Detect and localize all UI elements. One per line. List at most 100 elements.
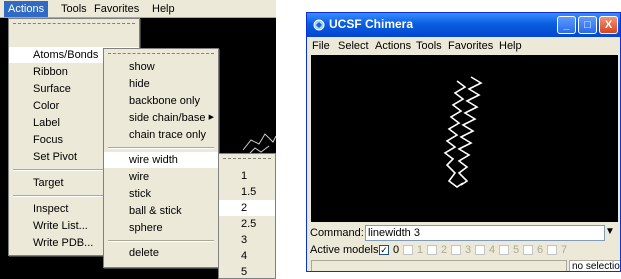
submenu-arrow-icon: ▶ <box>208 114 214 121</box>
menu-item-label: Label <box>33 117 60 129</box>
menu-item-width-2[interactable]: 2 <box>219 200 275 216</box>
menu-item-label: 4 <box>241 250 248 262</box>
close-button[interactable]: X <box>599 16 618 34</box>
chimera-window: UCSF Chimera _ □ X File Select Actions T… <box>306 12 621 272</box>
model-number: 1 <box>417 244 424 256</box>
menu-item-label: Surface <box>33 83 71 95</box>
menu-help[interactable]: Help <box>148 1 179 17</box>
command-row: Command: ▼ <box>307 225 620 243</box>
menu-item-label: 2.5 <box>241 218 257 230</box>
checkbox-box <box>475 245 485 255</box>
menu-item-width-3[interactable]: 3 <box>219 232 275 248</box>
menu-item-show[interactable]: show <box>104 59 218 75</box>
menu-item-label: backbone only <box>129 95 200 107</box>
menu-help[interactable]: Help <box>499 40 522 52</box>
model-number: 7 <box>561 244 568 256</box>
menu-select[interactable]: Select <box>338 40 369 52</box>
menu-item-label: chain trace only <box>129 129 207 141</box>
checkbox-box <box>523 245 533 255</box>
active-models-label: Active models: <box>310 244 382 256</box>
menu-item-wire[interactable]: wire <box>104 169 218 185</box>
menu-item-label: Color <box>33 100 60 112</box>
chimera-app-icon <box>313 19 325 31</box>
menu-item-width-2-5[interactable]: 2.5 <box>219 216 275 232</box>
menu-item-label: 2 <box>241 202 248 214</box>
menu-item-label: 5 <box>241 266 248 278</box>
menu-tools[interactable]: Tools <box>57 1 91 17</box>
menu-item-sphere[interactable]: sphere <box>104 220 218 236</box>
checkbox-box <box>427 245 437 255</box>
menu-item-label: delete <box>129 247 159 259</box>
model-number: 2 <box>441 244 448 256</box>
menu-item-hide[interactable]: hide <box>104 76 218 92</box>
tearoff-line[interactable] <box>223 158 271 159</box>
menu-actions[interactable]: Actions <box>375 40 411 52</box>
checkbox-box <box>547 245 557 255</box>
title-bar[interactable]: UCSF Chimera _ □ X <box>307 13 620 37</box>
menu-separator <box>108 147 214 149</box>
menu-favorites[interactable]: Favorites <box>90 1 143 17</box>
menu-item-label: wire width <box>129 154 178 166</box>
menu-item-stick[interactable]: stick <box>104 186 218 202</box>
menu-item-label: wire <box>129 171 150 183</box>
menu-item-width-4[interactable]: 4 <box>219 248 275 264</box>
tearoff-line[interactable] <box>108 53 214 54</box>
menu-demo-panel: Actions Tools Favorites Help Atoms/Bonds… <box>0 0 276 279</box>
menu-file[interactable]: File <box>312 40 330 52</box>
command-input[interactable] <box>365 225 605 241</box>
menu-item-wire-width[interactable]: wire width <box>104 152 218 168</box>
menu-item-label: Focus <box>33 134 63 146</box>
checkbox-box <box>451 245 461 255</box>
menu-item-width-1-5[interactable]: 1.5 <box>219 184 275 200</box>
checkbox-box <box>403 245 413 255</box>
menu-item-label: Set Pivot <box>33 151 78 163</box>
menu-item-backbone-only[interactable]: backbone only <box>104 93 218 109</box>
menu-item-label: Ribbon <box>33 66 68 78</box>
model-number: 3 <box>465 244 472 256</box>
menu-item-label: Write List... <box>33 220 88 232</box>
menu-item-label: Atoms/Bonds <box>33 49 99 61</box>
menu-item-chain-trace-only[interactable]: chain trace only <box>104 127 218 143</box>
menu-item-label: 1 <box>241 170 248 182</box>
model-number: 4 <box>489 244 496 256</box>
menu-item-ball-stick[interactable]: ball & stick <box>104 203 218 219</box>
menu-item-label: Write PDB... <box>33 237 94 249</box>
model-number: 0 <box>393 244 400 256</box>
menu-item-width-1[interactable]: 1 <box>219 168 275 184</box>
model-number: 5 <box>513 244 520 256</box>
menu-separator <box>108 240 214 242</box>
menu-item-label: 1.5 <box>241 186 257 198</box>
maximize-button[interactable]: □ <box>578 16 597 34</box>
menu-item-label: stick <box>129 188 151 200</box>
menu-item-width-5[interactable]: 5 <box>219 264 275 279</box>
molecule-viewport[interactable] <box>311 55 618 222</box>
checkbox-box: ✓ <box>379 245 389 255</box>
menu-tools[interactable]: Tools <box>416 40 442 52</box>
window-title: UCSF Chimera <box>329 17 414 31</box>
menu-item-label: side chain/base <box>129 112 206 124</box>
menu-bar: Actions Tools Favorites Help <box>0 0 276 18</box>
menu-item-label: Inspect <box>33 203 69 215</box>
model-number: 6 <box>537 244 544 256</box>
tearoff-line[interactable] <box>13 23 135 24</box>
atoms-bonds-submenu: show hide backbone only side chain/base ▶… <box>103 48 219 268</box>
menu-item-label: Target <box>33 177 64 189</box>
menu-item-label: 3 <box>241 234 248 246</box>
menu-item-delete[interactable]: delete <box>104 245 218 261</box>
command-label: Command: <box>310 227 364 239</box>
window-menu-bar: File Select Actions Tools Favorites Help <box>307 38 620 55</box>
command-history-dropdown-icon[interactable]: ▼ <box>605 226 615 237</box>
minimize-button[interactable]: _ <box>557 16 576 34</box>
checkbox-box <box>499 245 509 255</box>
menu-item-label: hide <box>129 78 150 90</box>
menu-actions[interactable]: Actions <box>4 1 49 17</box>
active-models-row: Active models: ✓ 0 1 2 3 4 5 6 7 <box>307 244 620 258</box>
status-bar: no selection <box>307 259 620 271</box>
wire-width-submenu: 1 1.5 2 2.5 3 4 5 <box>218 153 276 279</box>
menu-item-label: sphere <box>129 222 163 234</box>
menu-item-side-chain-base[interactable]: side chain/base ▶ <box>104 110 218 126</box>
menu-favorites[interactable]: Favorites <box>448 40 493 52</box>
menu-item-label: ball & stick <box>129 205 182 217</box>
menu-item-label: show <box>129 61 155 73</box>
status-message <box>311 260 567 271</box>
